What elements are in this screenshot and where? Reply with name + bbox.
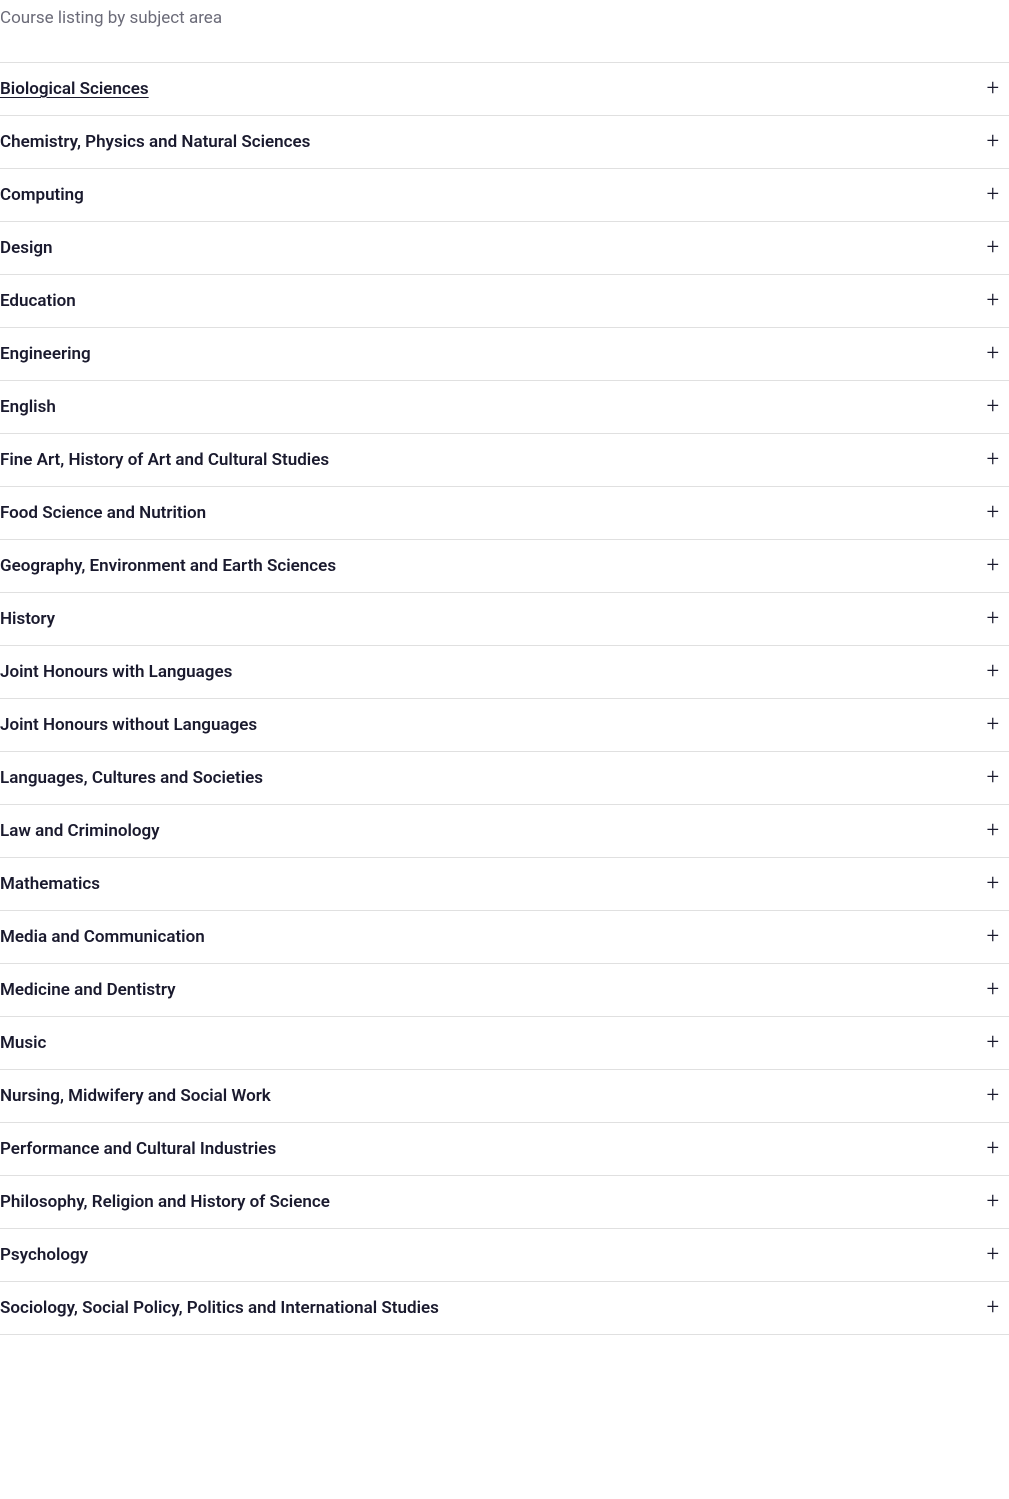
plus-icon: + [987,1191,999,1213]
accordion-toggle[interactable]: Law and Criminology + [0,805,1009,857]
plus-icon: + [987,873,999,895]
page-title: Course listing by subject area [0,0,1009,48]
accordion-toggle[interactable]: Fine Art, History of Art and Cultural St… [0,434,1009,486]
plus-icon: + [987,820,999,842]
accordion-item: Languages, Cultures and Societies + [0,751,1009,805]
accordion-toggle[interactable]: Philosophy, Religion and History of Scie… [0,1176,1009,1228]
accordion-item: Media and Communication + [0,910,1009,964]
plus-icon: + [987,1138,999,1160]
plus-icon: + [987,926,999,948]
plus-icon: + [987,343,999,365]
accordion-toggle[interactable]: Computing + [0,169,1009,221]
accordion-toggle[interactable]: Joint Honours without Languages + [0,699,1009,751]
plus-icon: + [987,237,999,259]
accordion-toggle[interactable]: English + [0,381,1009,433]
subject-accordion: Biological Sciences+Chemistry, Physics a… [0,62,1009,1335]
plus-icon: + [987,78,999,100]
accordion-toggle[interactable]: Nursing, Midwifery and Social Work + [0,1070,1009,1122]
accordion-item: Education + [0,274,1009,328]
accordion-label: Chemistry, Physics and Natural Sciences [0,132,310,152]
accordion-label: Education [0,291,76,311]
accordion-label: Joint Honours without Languages [0,715,257,735]
accordion-item: Computing + [0,168,1009,222]
accordion-label: Law and Criminology [0,821,160,841]
accordion-label: Sociology, Social Policy, Politics and I… [0,1298,439,1318]
accordion-label: Nursing, Midwifery and Social Work [0,1086,271,1106]
accordion-item: Psychology + [0,1228,1009,1282]
accordion-toggle[interactable]: Geography, Environment and Earth Science… [0,540,1009,592]
accordion-item: Sociology, Social Policy, Politics and I… [0,1281,1009,1335]
accordion-label: Computing [0,185,84,205]
accordion-label: Psychology [0,1245,88,1265]
accordion-label: Medicine and Dentistry [0,980,176,1000]
plus-icon: + [987,131,999,153]
accordion-item: Law and Criminology + [0,804,1009,858]
accordion-label: Food Science and Nutrition [0,503,206,523]
plus-icon: + [987,1032,999,1054]
accordion-item: Music + [0,1016,1009,1070]
accordion-item: Food Science and Nutrition + [0,486,1009,540]
accordion-item: Medicine and Dentistry + [0,963,1009,1017]
accordion-label: Media and Communication [0,927,205,947]
accordion-item: History + [0,592,1009,646]
accordion-label: Philosophy, Religion and History of Scie… [0,1192,330,1212]
plus-icon: + [987,661,999,683]
plus-icon: + [987,1085,999,1107]
plus-icon: + [987,1297,999,1319]
accordion-item: Chemistry, Physics and Natural Sciences + [0,115,1009,169]
plus-icon: + [987,449,999,471]
accordion-toggle[interactable]: Mathematics + [0,858,1009,910]
accordion-item: Design + [0,221,1009,275]
accordion-item: Philosophy, Religion and History of Scie… [0,1175,1009,1229]
accordion-item: Joint Honours without Languages + [0,698,1009,752]
accordion-label: Languages, Cultures and Societies [0,768,263,788]
accordion-label: Design [0,238,53,258]
accordion-toggle[interactable]: Medicine and Dentistry + [0,964,1009,1016]
plus-icon: + [987,767,999,789]
accordion-label: English [0,397,56,417]
accordion-item: Engineering + [0,327,1009,381]
accordion-toggle[interactable]: Food Science and Nutrition + [0,487,1009,539]
accordion-toggle[interactable]: Joint Honours with Languages + [0,646,1009,698]
accordion-label: Fine Art, History of Art and Cultural St… [0,450,329,470]
accordion-item: Performance and Cultural Industries + [0,1122,1009,1176]
accordion-label: History [0,609,55,629]
plus-icon: + [987,1244,999,1266]
accordion-toggle[interactable]: Chemistry, Physics and Natural Sciences + [0,116,1009,168]
plus-icon: + [987,555,999,577]
accordion-item: Fine Art, History of Art and Cultural St… [0,433,1009,487]
accordion-toggle[interactable]: Psychology + [0,1229,1009,1281]
accordion-toggle[interactable]: Media and Communication + [0,911,1009,963]
plus-icon: + [987,290,999,312]
accordion-toggle[interactable]: History + [0,593,1009,645]
accordion-item: English + [0,380,1009,434]
accordion-toggle[interactable]: Languages, Cultures and Societies + [0,752,1009,804]
accordion-item: Joint Honours with Languages + [0,645,1009,699]
plus-icon: + [987,396,999,418]
accordion-item: Biological Sciences + [0,62,1009,116]
accordion-item: Mathematics + [0,857,1009,911]
accordion-item: Nursing, Midwifery and Social Work + [0,1069,1009,1123]
accordion-toggle[interactable]: Design + [0,222,1009,274]
plus-icon: + [987,502,999,524]
accordion-label: Music [0,1033,46,1053]
accordion-label: Engineering [0,344,91,364]
accordion-label: Performance and Cultural Industries [0,1139,276,1159]
plus-icon: + [987,184,999,206]
accordion-toggle[interactable]: Music + [0,1017,1009,1069]
plus-icon: + [987,979,999,1001]
plus-icon: + [987,608,999,630]
accordion-item: Geography, Environment and Earth Science… [0,539,1009,593]
accordion-toggle[interactable]: Engineering + [0,328,1009,380]
accordion-toggle[interactable]: Education + [0,275,1009,327]
plus-icon: + [987,714,999,736]
accordion-label: Mathematics [0,874,100,894]
accordion-toggle[interactable]: Biological Sciences + [0,63,1009,115]
accordion-toggle[interactable]: Performance and Cultural Industries + [0,1123,1009,1175]
accordion-label: Geography, Environment and Earth Science… [0,556,336,576]
accordion-label: Joint Honours with Languages [0,662,232,682]
accordion-label: Biological Sciences [0,79,149,99]
accordion-toggle[interactable]: Sociology, Social Policy, Politics and I… [0,1282,1009,1334]
